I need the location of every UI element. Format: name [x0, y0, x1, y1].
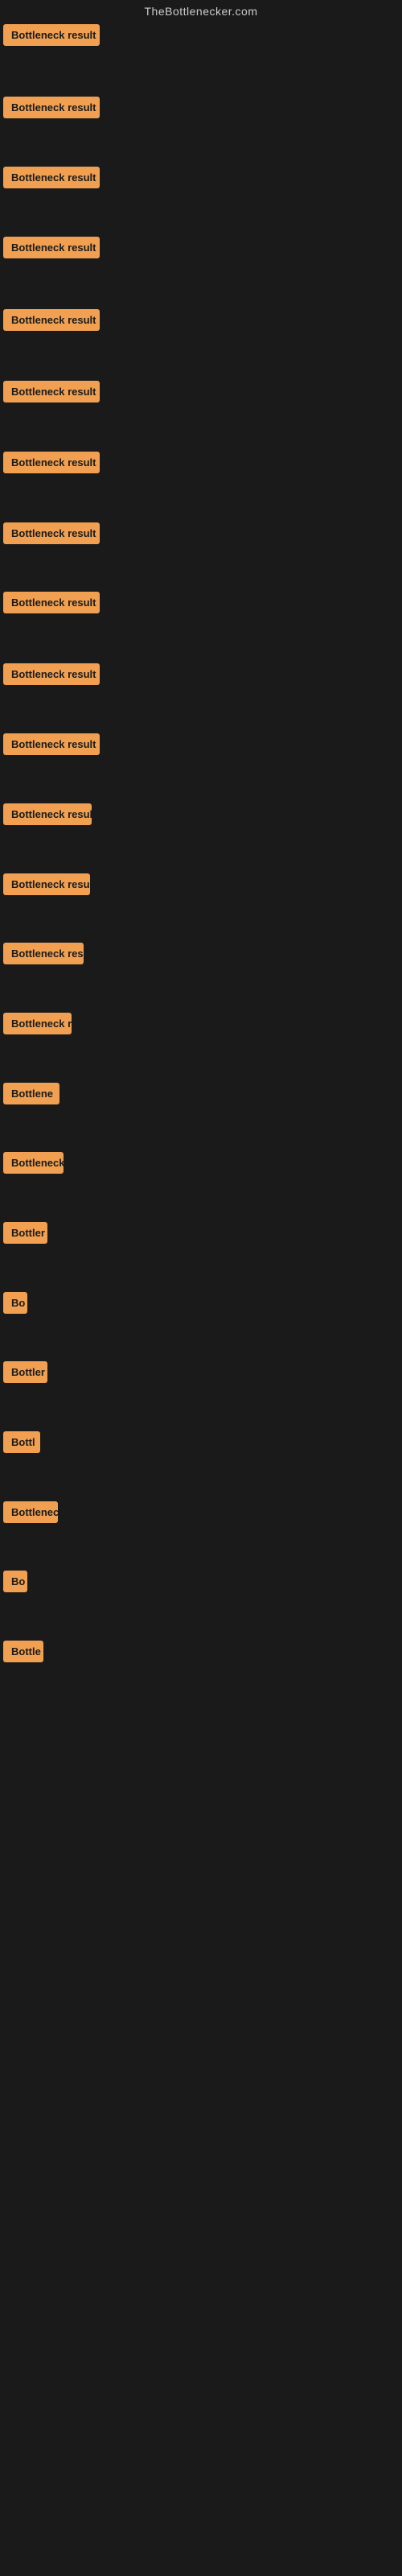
bottleneck-badge-row-22: Bottlenec — [3, 1501, 58, 1527]
bottleneck-badge-row-18: Bottler — [3, 1222, 47, 1248]
site-title-bar: TheBottlenecker.com — [0, 0, 402, 24]
bottleneck-badge[interactable]: Bottleneck result — [3, 167, 100, 188]
bottleneck-badge[interactable]: Bottleneck result — [3, 873, 90, 895]
bottleneck-badge[interactable]: Bottler — [3, 1361, 47, 1383]
bottleneck-badge-row-3: Bottleneck result — [3, 167, 100, 192]
bottleneck-badge[interactable]: Bottle — [3, 1641, 43, 1662]
bottleneck-badge-row-24: Bottle — [3, 1641, 43, 1666]
bottleneck-badge[interactable]: Bottleneck result — [3, 592, 100, 613]
bottleneck-badge-row-20: Bottler — [3, 1361, 47, 1387]
bottleneck-badge[interactable]: Bottleneck result — [3, 381, 100, 402]
bottleneck-badge[interactable]: Bottleneck — [3, 1152, 64, 1174]
bottleneck-badge-row-14: Bottleneck result — [3, 943, 84, 968]
bottleneck-badge-row-8: Bottleneck result — [3, 522, 100, 548]
bottleneck-badge-row-17: Bottleneck — [3, 1152, 64, 1178]
bottleneck-badge[interactable]: Bottleneck result — [3, 24, 100, 46]
badges-container: Bottleneck result Bottleneck result Bottle… — [0, 24, 402, 2560]
bottleneck-badge[interactable]: Bottl — [3, 1431, 40, 1453]
bottleneck-badge-row-2: Bottleneck result — [3, 97, 100, 122]
bottleneck-badge-row-5: Bottleneck result — [3, 309, 100, 335]
bottleneck-badge-row-11: Bottleneck result — [3, 733, 100, 759]
bottleneck-badge-row-23: Bo — [3, 1571, 27, 1596]
bottleneck-badge[interactable]: Bottleneck re — [3, 1013, 72, 1034]
bottleneck-badge-row-19: Bo — [3, 1292, 27, 1318]
bottleneck-badge-row-1: Bottleneck result — [3, 24, 100, 50]
bottleneck-badge[interactable]: Bo — [3, 1571, 27, 1592]
bottleneck-badge-row-16: Bottlene — [3, 1083, 59, 1108]
bottleneck-badge-row-10: Bottleneck result — [3, 663, 100, 689]
bottleneck-badge[interactable]: Bottlene — [3, 1083, 59, 1104]
bottleneck-badge[interactable]: Bo — [3, 1292, 27, 1314]
bottleneck-badge-row-4: Bottleneck result — [3, 237, 100, 262]
bottleneck-badge[interactable]: Bottleneck result — [3, 733, 100, 755]
bottleneck-badge-row-9: Bottleneck result — [3, 592, 100, 617]
bottleneck-badge[interactable]: Bottleneck result — [3, 237, 100, 258]
bottleneck-badge-row-6: Bottleneck result — [3, 381, 100, 407]
bottleneck-badge-row-7: Bottleneck result — [3, 452, 100, 477]
bottleneck-badge[interactable]: Bottleneck result — [3, 803, 92, 825]
bottleneck-badge-row-12: Bottleneck result — [3, 803, 92, 829]
bottleneck-badge[interactable]: Bottleneck result — [3, 663, 100, 685]
bottleneck-badge[interactable]: Bottleneck result — [3, 943, 84, 964]
bottleneck-badge[interactable]: Bottleneck result — [3, 97, 100, 118]
site-title: TheBottlenecker.com — [144, 5, 257, 18]
bottleneck-badge-row-21: Bottl — [3, 1431, 40, 1457]
bottleneck-badge[interactable]: Bottleneck result — [3, 452, 100, 473]
bottleneck-badge[interactable]: Bottleneck result — [3, 522, 100, 544]
bottleneck-badge-row-13: Bottleneck result — [3, 873, 90, 899]
bottleneck-badge[interactable]: Bottleneck result — [3, 309, 100, 331]
bottleneck-badge-row-15: Bottleneck re — [3, 1013, 72, 1038]
bottleneck-badge[interactable]: Bottlenec — [3, 1501, 58, 1523]
bottleneck-badge[interactable]: Bottler — [3, 1222, 47, 1244]
